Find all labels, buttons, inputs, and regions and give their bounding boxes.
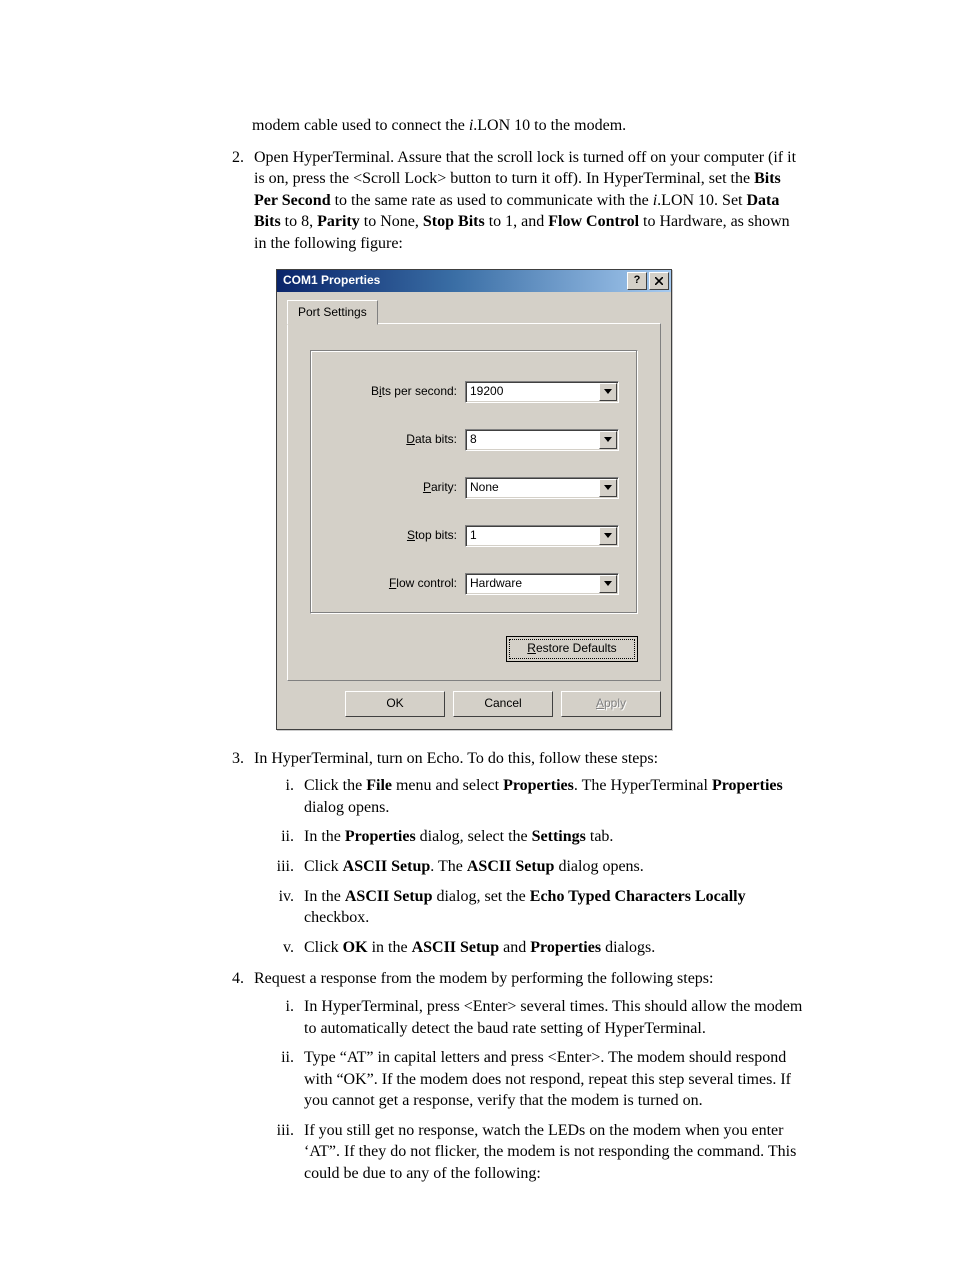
tab-panel: Bits per second: 19200 Data bits: <box>287 323 661 681</box>
apply-button[interactable]: Apply <box>561 691 661 717</box>
row-flow-control: Flow control: Hardware <box>329 573 619 595</box>
combo-value: 1 <box>470 527 598 543</box>
text: Request a response from the modem by per… <box>254 970 713 987</box>
restore-defaults-button[interactable]: Restore Defaults <box>506 636 638 662</box>
combo-value: None <box>470 479 598 495</box>
orphan-line: modem cable used to connect the i.LON 10… <box>252 115 804 137</box>
chevron-down-icon[interactable] <box>599 383 617 401</box>
step-2: Open HyperTerminal. Assure that the scro… <box>248 147 804 730</box>
text: .LON 10 to the modem. <box>473 117 626 134</box>
text-bold: Parity <box>317 213 360 230</box>
text: Open HyperTerminal. Assure that the scro… <box>254 149 796 188</box>
row-data-bits: Data bits: 8 <box>329 429 619 451</box>
titlebar: COM1 Properties ? <box>277 270 671 292</box>
step-4: Request a response from the modem by per… <box>248 968 804 1184</box>
ok-button[interactable]: OK <box>345 691 445 717</box>
close-icon <box>655 277 663 285</box>
text: modem cable used to connect the <box>252 117 469 134</box>
text-bold: Stop Bits <box>423 213 485 230</box>
text-bold: Flow Control <box>548 213 639 230</box>
text: In HyperTerminal, turn on Echo. To do th… <box>254 750 658 767</box>
dialog-title: COM1 Properties <box>283 272 625 288</box>
step-4-iii: If you still get no response, watch the … <box>298 1120 804 1185</box>
combo-value: 19200 <box>470 383 598 399</box>
cancel-button[interactable]: Cancel <box>453 691 553 717</box>
combo-bits-per-second[interactable]: 19200 <box>465 381 619 403</box>
chevron-down-icon[interactable] <box>599 431 617 449</box>
settings-group: Bits per second: 19200 Data bits: <box>310 350 638 614</box>
tab-strip: Port Settings <box>287 302 661 324</box>
label-bits-per-second: Bits per second: <box>329 383 465 399</box>
chevron-down-icon[interactable] <box>599 575 617 593</box>
label-flow-control: Flow control: <box>329 575 465 591</box>
com1-properties-dialog: COM1 Properties ? Port Settings <box>276 269 804 730</box>
main-steps-list: Open HyperTerminal. Assure that the scro… <box>220 147 804 1185</box>
step-3-i: Click the File menu and select Propertie… <box>298 775 804 818</box>
text: to None, <box>364 213 423 230</box>
step-3-substeps: Click the File menu and select Propertie… <box>254 775 804 958</box>
dialog-buttons: OK Cancel Apply <box>287 681 661 719</box>
combo-data-bits[interactable]: 8 <box>465 429 619 451</box>
text: to 1, and <box>489 213 549 230</box>
combo-stop-bits[interactable]: 1 <box>465 525 619 547</box>
chevron-down-icon[interactable] <box>599 479 617 497</box>
combo-value: Hardware <box>470 575 598 591</box>
step-3: In HyperTerminal, turn on Echo. To do th… <box>248 748 804 959</box>
close-button[interactable] <box>649 272 669 290</box>
row-stop-bits: Stop bits: 1 <box>329 525 619 547</box>
row-parity: Parity: None <box>329 477 619 499</box>
step-4-substeps: In HyperTerminal, press <Enter> several … <box>254 996 804 1185</box>
label-parity: Parity: <box>329 479 465 495</box>
chevron-down-icon[interactable] <box>599 527 617 545</box>
step-3-iii: Click ASCII Setup. The ASCII Setup dialo… <box>298 856 804 878</box>
label-stop-bits: Stop bits: <box>329 527 465 543</box>
text: to the same rate as used to communicate … <box>335 192 653 209</box>
combo-parity[interactable]: None <box>465 477 619 499</box>
row-bits-per-second: Bits per second: 19200 <box>329 381 619 403</box>
combo-value: 8 <box>470 431 598 447</box>
text: to 8, <box>285 213 317 230</box>
label-data-bits: Data bits: <box>329 431 465 447</box>
step-4-i: In HyperTerminal, press <Enter> several … <box>298 996 804 1039</box>
step-3-iv: In the ASCII Setup dialog, set the Echo … <box>298 886 804 929</box>
step-4-ii: Type “AT” in capital letters and press <… <box>298 1047 804 1112</box>
step-3-v: Click OK in the ASCII Setup and Properti… <box>298 937 804 959</box>
tab-port-settings[interactable]: Port Settings <box>287 300 378 324</box>
help-button[interactable]: ? <box>627 272 647 290</box>
step-3-ii: In the Properties dialog, select the Set… <box>298 826 804 848</box>
text: .LON 10. Set <box>657 192 746 209</box>
combo-flow-control[interactable]: Hardware <box>465 573 619 595</box>
